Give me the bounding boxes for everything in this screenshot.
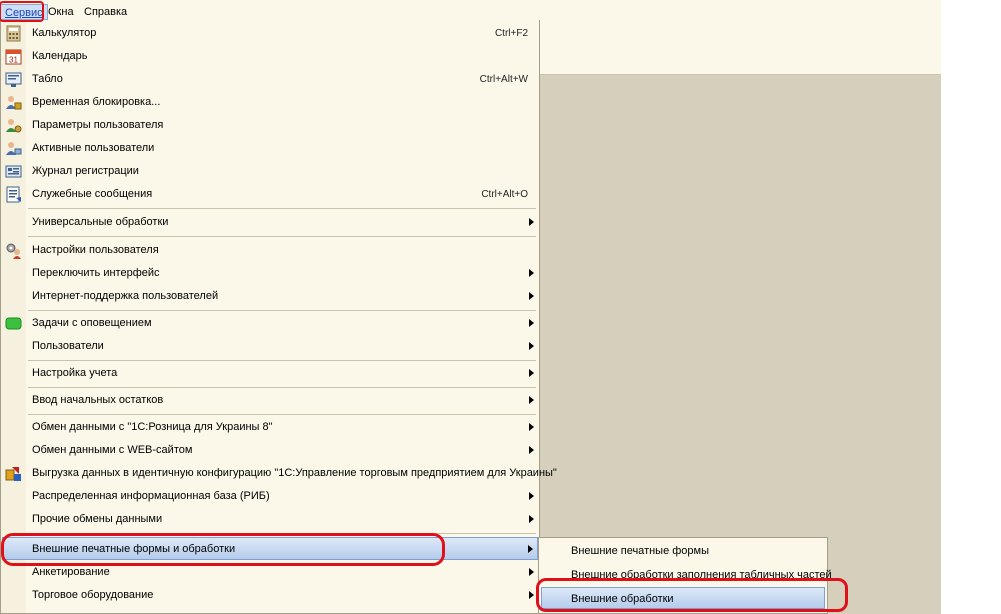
submenu-item-label: Внешние печатные формы bbox=[571, 545, 710, 557]
menu-separator bbox=[28, 208, 536, 209]
margin-area bbox=[941, 0, 1001, 614]
service-dropdown-menu: Калькулятор Ctrl+F2 31 Календарь Табло C… bbox=[0, 20, 557, 614]
annotation-highlight-service bbox=[0, 1, 44, 22]
menu-item-label: Распределенная информационная база (РИБ) bbox=[32, 490, 270, 502]
menu-windows[interactable]: Окна bbox=[44, 4, 78, 20]
menu-item-initial-balances[interactable]: Ввод начальных остатков bbox=[2, 389, 538, 412]
menu-item-exchange-retail[interactable]: Обмен данными с "1С:Розница для Украины … bbox=[2, 416, 538, 439]
user-settings-icon bbox=[6, 119, 22, 133]
menu-separator bbox=[28, 310, 536, 311]
menu-separator bbox=[28, 236, 536, 237]
menu-item-label: Обмен данными с "1С:Розница для Украины … bbox=[32, 421, 273, 433]
menu-item-label: Интернет-поддержка пользователей bbox=[32, 290, 219, 302]
submenu-item-external-print-forms[interactable]: Внешние печатные формы bbox=[541, 540, 825, 562]
user-preferences-icon bbox=[6, 243, 21, 259]
menu-item-label: Обмен данными с WEB-сайтом bbox=[32, 444, 193, 456]
submenu-arrow-icon bbox=[529, 423, 534, 431]
calculator-icon bbox=[6, 25, 21, 42]
menu-item-other-exchanges[interactable]: Прочие обмены данными bbox=[2, 508, 538, 531]
menu-item-label: Универсальные обработки bbox=[32, 216, 169, 228]
menu-item-temporary-lock[interactable]: Временная блокировка... bbox=[2, 91, 538, 114]
calendar-icon: 31 bbox=[5, 49, 22, 65]
submenu-arrow-icon bbox=[529, 492, 534, 500]
menu-item-internet-support[interactable]: Интернет-поддержка пользователей bbox=[2, 285, 538, 308]
display-board-icon bbox=[5, 72, 22, 87]
submenu-arrow-icon bbox=[529, 319, 534, 327]
menu-item-distributed-db[interactable]: Распределенная информационная база (РИБ) bbox=[2, 485, 538, 508]
user-lock-icon bbox=[6, 96, 22, 110]
menu-item-user-parameters[interactable]: Параметры пользователя bbox=[2, 114, 538, 137]
submenu-arrow-icon bbox=[529, 369, 534, 377]
menu-item-service-messages[interactable]: Служебные сообщения Ctrl+Alt+O bbox=[2, 183, 538, 206]
menu-item-shortcut: Ctrl+Alt+O bbox=[481, 189, 528, 200]
menu-item-label: Настройка учета bbox=[32, 367, 118, 379]
menu-item-label: Активные пользователи bbox=[32, 142, 155, 154]
submenu-arrow-icon bbox=[529, 218, 534, 226]
menu-item-universal-processing[interactable]: Универсальные обработки bbox=[2, 211, 538, 234]
menu-separator bbox=[28, 360, 536, 361]
menu-item-label: Календарь bbox=[32, 50, 88, 62]
menu-item-label: Калькулятор bbox=[32, 27, 97, 39]
menu-separator bbox=[28, 414, 536, 415]
menu-item-label: Выгрузка данных в идентичную конфигураци… bbox=[32, 467, 557, 479]
menu-item-label: Переключить интерфейс bbox=[32, 267, 160, 279]
menu-separator bbox=[28, 387, 536, 388]
menu-bar: Сервис Окна Справка bbox=[0, 0, 941, 22]
submenu-arrow-icon bbox=[529, 591, 534, 599]
menu-item-label: Настройки пользователя bbox=[32, 244, 159, 256]
menu-item-label: Табло bbox=[32, 73, 63, 85]
menu-item-label: Параметры пользователя bbox=[32, 119, 164, 131]
menu-item-label: Пользователи bbox=[32, 340, 104, 352]
menu-item-label: Временная блокировка... bbox=[32, 96, 161, 108]
data-export-icon bbox=[5, 467, 21, 481]
menu-item-trade-equipment[interactable]: Торговое оборудование bbox=[2, 584, 538, 607]
menu-item-event-log[interactable]: Журнал регистрации bbox=[2, 160, 538, 183]
submenu-arrow-icon bbox=[529, 396, 534, 404]
submenu-arrow-icon bbox=[529, 515, 534, 523]
menu-item-label: Задачи с оповещением bbox=[32, 317, 152, 329]
menu-item-exchange-website[interactable]: Обмен данными с WEB-сайтом bbox=[2, 439, 538, 462]
menu-item-switch-interface[interactable]: Переключить интерфейс bbox=[2, 262, 538, 285]
menu-item-users[interactable]: Пользователи bbox=[2, 335, 538, 358]
menu-item-shortcut: Ctrl+F2 bbox=[494, 28, 528, 39]
submenu-arrow-icon bbox=[529, 568, 534, 576]
menu-item-label: Ввод начальных остатков bbox=[32, 394, 164, 406]
menu-item-label: Прочие обмены данными bbox=[32, 513, 163, 525]
submenu-arrow-icon bbox=[528, 545, 533, 553]
menu-item-active-users[interactable]: Активные пользователи bbox=[2, 137, 538, 160]
menu-item-notification-tasks[interactable]: Задачи с оповещением bbox=[2, 312, 538, 335]
active-users-icon bbox=[6, 142, 22, 155]
annotation-highlight-external-forms bbox=[1, 533, 445, 566]
submenu-arrow-icon bbox=[529, 269, 534, 277]
service-messages-icon bbox=[6, 186, 21, 203]
menu-item-label: Служебные сообщения bbox=[32, 188, 153, 200]
menu-item-calendar[interactable]: 31 Календарь bbox=[2, 45, 538, 68]
menu-help[interactable]: Справка bbox=[80, 4, 131, 20]
menu-item-shortcut: Ctrl+Alt+W bbox=[479, 74, 528, 85]
submenu-arrow-icon bbox=[529, 342, 534, 350]
menu-item-user-preferences[interactable]: Настройки пользователя bbox=[2, 239, 538, 262]
menu-item-label: Торговое оборудование bbox=[32, 589, 154, 601]
event-log-icon bbox=[5, 165, 22, 178]
svg-text:31: 31 bbox=[9, 56, 18, 65]
menu-item-data-export[interactable]: Выгрузка данных в идентичную конфигураци… bbox=[2, 462, 557, 485]
menu-item-label: Журнал регистрации bbox=[32, 165, 139, 177]
menu-item-display-board[interactable]: Табло Ctrl+Alt+W bbox=[2, 68, 538, 91]
annotation-highlight-external-processing bbox=[536, 578, 848, 612]
menu-item-accounting-setup[interactable]: Настройка учета bbox=[2, 362, 538, 385]
submenu-arrow-icon bbox=[529, 446, 534, 454]
submenu-arrow-icon bbox=[529, 292, 534, 300]
green-task-icon bbox=[5, 317, 22, 330]
menu-item-calculator[interactable]: Калькулятор Ctrl+F2 bbox=[2, 22, 538, 45]
